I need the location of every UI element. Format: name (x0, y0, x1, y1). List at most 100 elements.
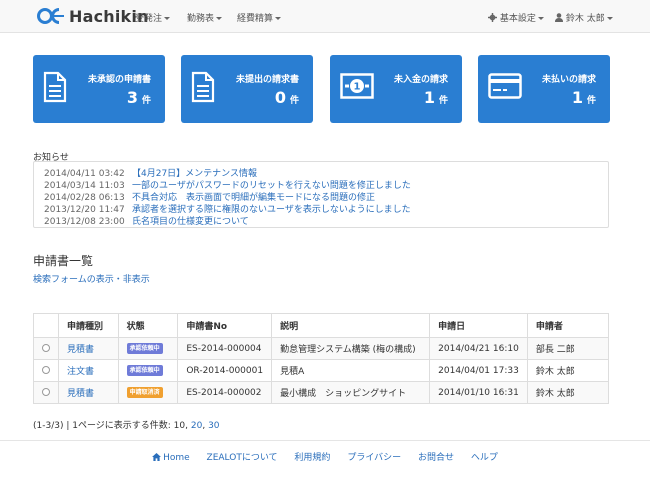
notice-link[interactable]: 氏名項目の仕様変更について (132, 217, 249, 227)
row-select-cell (33, 381, 59, 404)
search-form-toggle-link[interactable]: 検索フォームの表示・非表示 (33, 272, 150, 285)
home-icon (152, 453, 162, 461)
type-cell: 注文書 (58, 359, 119, 382)
nav-item-expenses[interactable]: 経費精算 (237, 11, 282, 24)
number-cell: OR-2014-000001 (177, 359, 273, 382)
footer-link-help[interactable]: ヘルプ (471, 453, 498, 463)
chevron-down-icon (275, 17, 282, 20)
table-row[interactable]: 見積書 承認依頼中 ES-2014-000004 勤怠管理システム構築 (梅の構… (33, 337, 610, 360)
status-badge: 承認依頼中 (126, 343, 163, 354)
header-description[interactable]: 説明 (271, 313, 431, 338)
nav-settings-menu[interactable]: 基本設定 (488, 11, 544, 24)
footer-link-home[interactable]: Home (152, 453, 190, 463)
description-cell: 最小構成 ショッピングサイト (271, 381, 431, 404)
tile-count-value: 1 (423, 88, 435, 107)
tile-title: 未承認の申請書 (87, 75, 151, 85)
tile-count-unit: 件 (141, 96, 151, 106)
nav-item-orders[interactable]: 受発注 (135, 11, 171, 24)
footer-link-privacy[interactable]: プライバシー (347, 453, 401, 463)
footer-link-home-label: Home (163, 453, 190, 463)
date-cell: 2014/04/21 16:10 (429, 337, 528, 360)
type-link[interactable]: 見積書 (67, 345, 94, 355)
tile-unpaid-payables[interactable]: 未払いの請求 1件 (478, 55, 610, 123)
pager-separator: , (202, 421, 206, 431)
banknote-icon: 1 (340, 73, 374, 102)
tile-count-unit: 件 (289, 96, 299, 106)
tile-count: 0件 (275, 88, 299, 107)
tile-unsubmitted-invoices[interactable]: 未提出の請求書 0件 (181, 55, 313, 123)
type-cell: 見積書 (58, 381, 119, 404)
nav-item-orders-label: 受発注 (135, 14, 163, 24)
table-row[interactable]: 注文書 承認依頼中 OR-2014-000001 見積A 2014/04/01 … (33, 359, 610, 382)
chevron-down-icon (216, 17, 223, 20)
chevron-down-icon (164, 17, 171, 20)
credit-card-icon (488, 73, 522, 102)
header-select (33, 313, 59, 338)
notices-panel: 2014/04/11 03:42 【4月27日】メンテナンス情報 2014/03/… (33, 161, 609, 228)
chevron-down-icon (606, 17, 613, 20)
header-status[interactable]: 状態 (117, 313, 179, 338)
row-select-cell (33, 337, 59, 360)
logo-mark-icon (37, 7, 67, 25)
row-select-radio[interactable] (42, 344, 50, 352)
tile-count-value: 0 (274, 88, 286, 107)
chevron-down-icon (537, 17, 544, 20)
user-icon (555, 13, 563, 22)
pagination-summary: (1-3/3) | 1ページに表示する件数: 10, 20, 30 (33, 418, 220, 431)
number-cell: ES-2014-000002 (177, 381, 273, 404)
footer-links: Home ZEALOTについて 利用規約 プライバシー お問合せ ヘルプ (0, 450, 650, 463)
type-link[interactable]: 注文書 (67, 367, 94, 377)
status-cell: 申請取消済 (117, 381, 179, 404)
brand-logo[interactable]: Hachikin (37, 6, 149, 26)
notice-date: 2013/12/08 23:00 (44, 217, 125, 227)
tile-title: 未入金の請求 (393, 75, 448, 85)
pager-summary-text: (1-3/3) | 1ページに表示する件数: 10, (33, 421, 188, 431)
status-badge: 承認依頼中 (126, 365, 163, 376)
page-size-20-link[interactable]: 20 (191, 421, 202, 431)
description-cell: 見積A (271, 359, 431, 382)
applicant-cell: 部長 二郎 (526, 337, 610, 360)
page-title: 申請書一覧 (33, 254, 94, 268)
table-row[interactable]: 見積書 申請取消済 ES-2014-000002 最小構成 ショッピングサイト … (33, 381, 610, 404)
tile-unpaid-receivables[interactable]: 1 未入金の請求 1件 (330, 55, 462, 123)
page-size-30-link[interactable]: 30 (208, 421, 219, 431)
nav-user-menu[interactable]: 鈴木 太郎 (555, 11, 613, 24)
applicant-cell: 鈴木 太郎 (526, 381, 610, 404)
nav-user-label: 鈴木 太郎 (565, 14, 605, 24)
status-badge: 申請取消済 (126, 387, 163, 398)
nav-item-expenses-label: 経費精算 (237, 14, 274, 24)
notice-item[interactable]: 2013/12/08 23:00 氏名項目の仕様変更について (44, 214, 249, 227)
applicant-cell: 鈴木 太郎 (526, 359, 610, 382)
footer-link-about[interactable]: ZEALOTについて (207, 453, 278, 463)
document-icon (191, 71, 215, 106)
svg-text:1: 1 (354, 82, 361, 93)
nav-settings-label: 基本設定 (499, 14, 536, 24)
nav-item-timesheet[interactable]: 勤務表 (187, 11, 223, 24)
type-link[interactable]: 見積書 (67, 389, 94, 399)
row-select-radio[interactable] (42, 388, 50, 396)
tile-unapproved-applications[interactable]: 未承認の申請書 3件 (33, 55, 165, 123)
type-cell: 見積書 (58, 337, 119, 360)
header-applicant[interactable]: 申請者 (526, 313, 610, 338)
footer-link-terms[interactable]: 利用規約 (294, 453, 330, 463)
tile-title: 未払いの請求 (541, 75, 596, 85)
header-type[interactable]: 申請種別 (58, 313, 119, 338)
tile-count-unit: 件 (586, 96, 596, 106)
gear-icon (488, 13, 497, 22)
header-date[interactable]: 申請日 (429, 313, 528, 338)
footer: Home ZEALOTについて 利用規約 プライバシー お問合せ ヘルプ (0, 440, 650, 503)
status-cell: 承認依頼中 (117, 337, 179, 360)
tile-count: 1件 (424, 88, 448, 107)
tile-count-value: 3 (126, 88, 138, 107)
tile-count: 3件 (127, 88, 151, 107)
tile-title: 未提出の請求書 (235, 75, 299, 85)
description-cell: 勤怠管理システム構築 (梅の構成) (271, 337, 431, 360)
applications-table: 申請種別 状態 申請書No 説明 申請日 申請者 見積書 承認依頼中 ES-20… (33, 313, 610, 404)
row-select-cell (33, 359, 59, 382)
number-cell: ES-2014-000004 (177, 337, 273, 360)
document-icon (43, 71, 67, 106)
header-number[interactable]: 申請書No (177, 313, 273, 338)
top-navbar: Hachikin 受発注 勤務表 経費精算 基本設定 鈴木 太郎 (0, 0, 650, 33)
row-select-radio[interactable] (42, 366, 50, 374)
footer-link-contact[interactable]: お問合せ (418, 453, 454, 463)
